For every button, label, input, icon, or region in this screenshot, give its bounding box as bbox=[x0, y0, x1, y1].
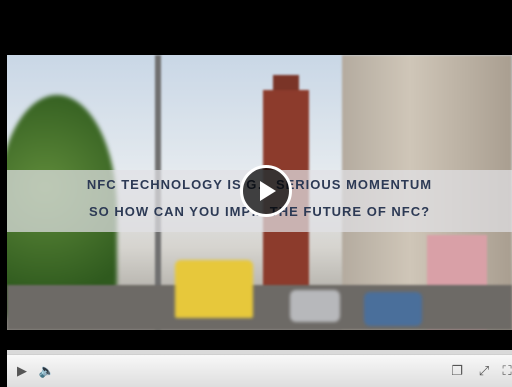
car bbox=[290, 290, 340, 322]
volume-button[interactable]: 🔈 bbox=[37, 362, 57, 380]
fullscreen-icon: ⛶ bbox=[502, 363, 512, 379]
fullscreen-button[interactable]: ⛶ bbox=[497, 362, 512, 380]
play-icon: ▶ bbox=[17, 363, 27, 379]
volume-icon: 🔈 bbox=[38, 363, 56, 379]
control-bar: ▶ 🔈 ❐ ⤢ ⛶ bbox=[7, 354, 512, 387]
video-frame[interactable]: NFC TECHNOLOGY IS G… SERIOUS MOMENTUM SO… bbox=[7, 55, 512, 330]
bus bbox=[175, 260, 253, 318]
expand-button[interactable]: ⤢ bbox=[474, 362, 494, 380]
play-button[interactable]: ▶ bbox=[12, 362, 32, 380]
big-play-button[interactable] bbox=[240, 165, 292, 217]
expand-icon: ⤢ bbox=[478, 363, 490, 379]
popout-button[interactable]: ❐ bbox=[447, 362, 467, 380]
video-player: NFC TECHNOLOGY IS G… SERIOUS MOMENTUM SO… bbox=[0, 0, 512, 387]
street bbox=[7, 285, 512, 330]
play-icon bbox=[260, 181, 276, 201]
car bbox=[364, 292, 422, 326]
popout-icon: ❐ bbox=[451, 363, 463, 379]
